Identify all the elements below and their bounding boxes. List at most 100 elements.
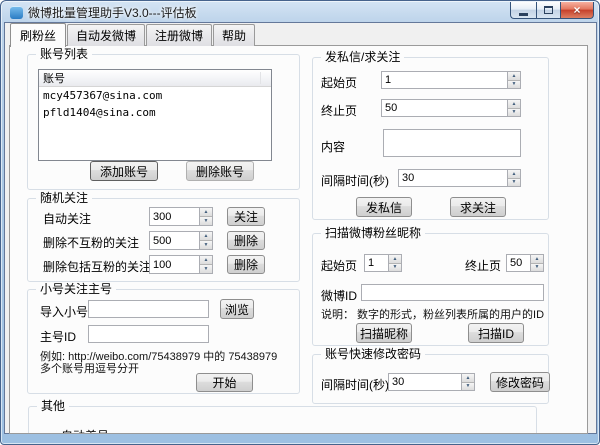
auto-follow-label: 自动关注 [43, 210, 91, 227]
scan-note: 说明： 数字的形式，粉丝列表所属的用户的ID [321, 306, 544, 322]
follow-button[interactable]: 关注 [227, 207, 265, 226]
tab-bar: 刷粉丝 自动发微博 注册微博 帮助 [10, 27, 256, 46]
account-list-item[interactable]: mcy457367@sina.com [39, 87, 271, 104]
tab-register-weibo[interactable]: 注册微博 [146, 24, 212, 46]
delete-nonmutual-input[interactable] [149, 231, 199, 250]
spin-up-icon[interactable]: ▲ [200, 232, 212, 241]
spin-up-icon[interactable]: ▲ [508, 170, 520, 179]
spin-down-icon[interactable]: ▼ [508, 81, 520, 89]
group-title: 扫描微博粉丝昵称 [321, 226, 425, 241]
minimize-icon [519, 13, 528, 16]
spin-down-icon[interactable]: ▼ [531, 264, 543, 272]
interval-label: 间隔时间(秒) [321, 172, 389, 189]
spin-up-icon[interactable]: ▲ [389, 255, 401, 264]
tab-page-brush-fans: 账号列表 账号 mcy457367@sina.com pfld1404@sina… [9, 45, 588, 434]
delete-account-button[interactable]: 删除账号 [186, 161, 254, 181]
account-column-header[interactable]: 账号 [39, 70, 271, 87]
example-note-line2: 多个账号用逗号分开 [40, 360, 139, 376]
content-label: 内容 [321, 138, 345, 155]
scan-nickname-button[interactable]: 扫描昵称 [356, 323, 412, 343]
tab-auto-post[interactable]: 自动发微博 [67, 24, 145, 46]
main-id-input[interactable] [88, 325, 209, 343]
spin-up-icon[interactable]: ▲ [508, 100, 520, 109]
import-sub-label: 导入小号 [40, 303, 88, 320]
group-title: 账号列表 [36, 47, 92, 62]
import-sub-input[interactable] [88, 300, 209, 318]
delete-nonmutual-label: 删除不互粉的关注 [43, 234, 139, 251]
maximize-icon [544, 6, 553, 14]
window-title: 微博批量管理助手V3.0---评估板 [28, 4, 197, 21]
add-account-button[interactable]: 添加账号 [90, 161, 158, 181]
maximize-button[interactable] [536, 2, 561, 19]
pwd-interval-label: 间隔时间(秒) [321, 376, 389, 393]
tab-help[interactable]: 帮助 [213, 24, 255, 46]
minimize-button[interactable] [510, 2, 536, 19]
spin-down-icon[interactable]: ▼ [200, 265, 212, 273]
spin-up-icon[interactable]: ▲ [531, 255, 543, 264]
tab-brush-fans[interactable]: 刷粉丝 [10, 23, 66, 47]
scan-end-page-spinner: ▲▼ [506, 254, 544, 272]
group-title: 发私信/求关注 [321, 50, 404, 65]
app-icon [10, 6, 23, 19]
spin-up-icon[interactable]: ▲ [508, 72, 520, 81]
main-id-label: 主号ID [40, 328, 76, 345]
group-title: 其他 [37, 399, 69, 414]
window-controls: × [510, 2, 594, 19]
spin-down-icon[interactable]: ▼ [200, 241, 212, 249]
delete-nonmutual-button[interactable]: 删除 [227, 231, 265, 250]
close-button[interactable]: × [561, 2, 594, 19]
group-change-password: 账号快速修改密码 间隔时间(秒) ▲▼ 修改密码 [312, 354, 549, 404]
spin-down-icon[interactable]: ▼ [508, 109, 520, 117]
spin-up-icon[interactable]: ▲ [462, 374, 474, 383]
change-password-button[interactable]: 修改密码 [490, 372, 550, 392]
spin-down-icon[interactable]: ▼ [200, 217, 212, 225]
start-button[interactable]: 开始 [196, 373, 253, 392]
scan-end-page-label: 终止页 [465, 257, 501, 274]
scan-start-page-spinner: ▲▼ [364, 254, 402, 272]
delete-all-spinner: ▲▼ [149, 255, 213, 274]
auto-follow-input[interactable] [149, 207, 199, 226]
browse-button[interactable]: 浏览 [220, 299, 254, 319]
group-other: 其他 自动养号 [28, 406, 537, 434]
content-textarea[interactable] [383, 129, 521, 157]
pwd-interval-spinner: ▲▼ [388, 373, 475, 391]
delete-all-button[interactable]: 删除 [227, 255, 265, 274]
delete-nonmutual-spinner: ▲▼ [149, 231, 213, 250]
spin-down-icon[interactable]: ▼ [389, 264, 401, 272]
pwd-interval-input[interactable] [388, 373, 461, 391]
group-sub-follow-main: 小号关注主号 导入小号 浏览 主号ID 例如: http://weibo.com… [27, 289, 300, 394]
group-title: 小号关注主号 [36, 282, 116, 297]
scan-start-page-input[interactable] [364, 254, 388, 272]
scan-id-button[interactable]: 扫描ID [468, 323, 524, 343]
weibo-id-label: 微博ID [321, 287, 357, 304]
app-window: 微博批量管理助手V3.0---评估板 × 刷粉丝 自动发微博 注册微博 帮助 账… [0, 0, 600, 445]
group-account-list: 账号列表 账号 mcy457367@sina.com pfld1404@sina… [27, 54, 300, 190]
scan-end-page-input[interactable] [506, 254, 530, 272]
start-page-label: 起始页 [321, 74, 357, 91]
start-page-input[interactable] [381, 71, 507, 89]
spin-up-icon[interactable]: ▲ [200, 256, 212, 265]
send-pm-button[interactable]: 发私信 [356, 197, 412, 217]
weibo-id-input[interactable] [361, 284, 544, 301]
end-page-label: 终止页 [321, 102, 357, 119]
end-page-spinner: ▲▼ [381, 99, 521, 117]
group-random-follow: 随机关注 自动关注 ▲▼ 关注 删除不互粉的关注 ▲▼ 删除 删除包括互粉的关注… [27, 198, 300, 282]
interval-input[interactable] [398, 169, 507, 187]
auto-nurture-label: 自动养号 [61, 427, 109, 434]
delete-all-label: 删除包括互粉的关注 [43, 258, 151, 275]
start-page-spinner: ▲▼ [381, 71, 521, 89]
ask-follow-button[interactable]: 求关注 [450, 197, 506, 217]
delete-all-input[interactable] [149, 255, 199, 274]
account-listview[interactable]: 账号 mcy457367@sina.com pfld1404@sina.com [38, 69, 272, 161]
group-private-message: 发私信/求关注 起始页 ▲▼ 终止页 ▲▼ 内容 间隔时间(秒) ▲▼ 发私信 … [312, 57, 549, 220]
group-title: 随机关注 [36, 191, 92, 206]
spin-up-icon[interactable]: ▲ [200, 208, 212, 217]
account-list-item[interactable]: pfld1404@sina.com [39, 104, 271, 121]
group-title: 账号快速修改密码 [321, 347, 425, 362]
end-page-input[interactable] [381, 99, 507, 117]
auto-follow-spinner: ▲▼ [149, 207, 213, 226]
spin-down-icon[interactable]: ▼ [508, 179, 520, 187]
scan-start-page-label: 起始页 [321, 257, 357, 274]
interval-spinner: ▲▼ [398, 169, 521, 187]
spin-down-icon[interactable]: ▼ [462, 383, 474, 391]
